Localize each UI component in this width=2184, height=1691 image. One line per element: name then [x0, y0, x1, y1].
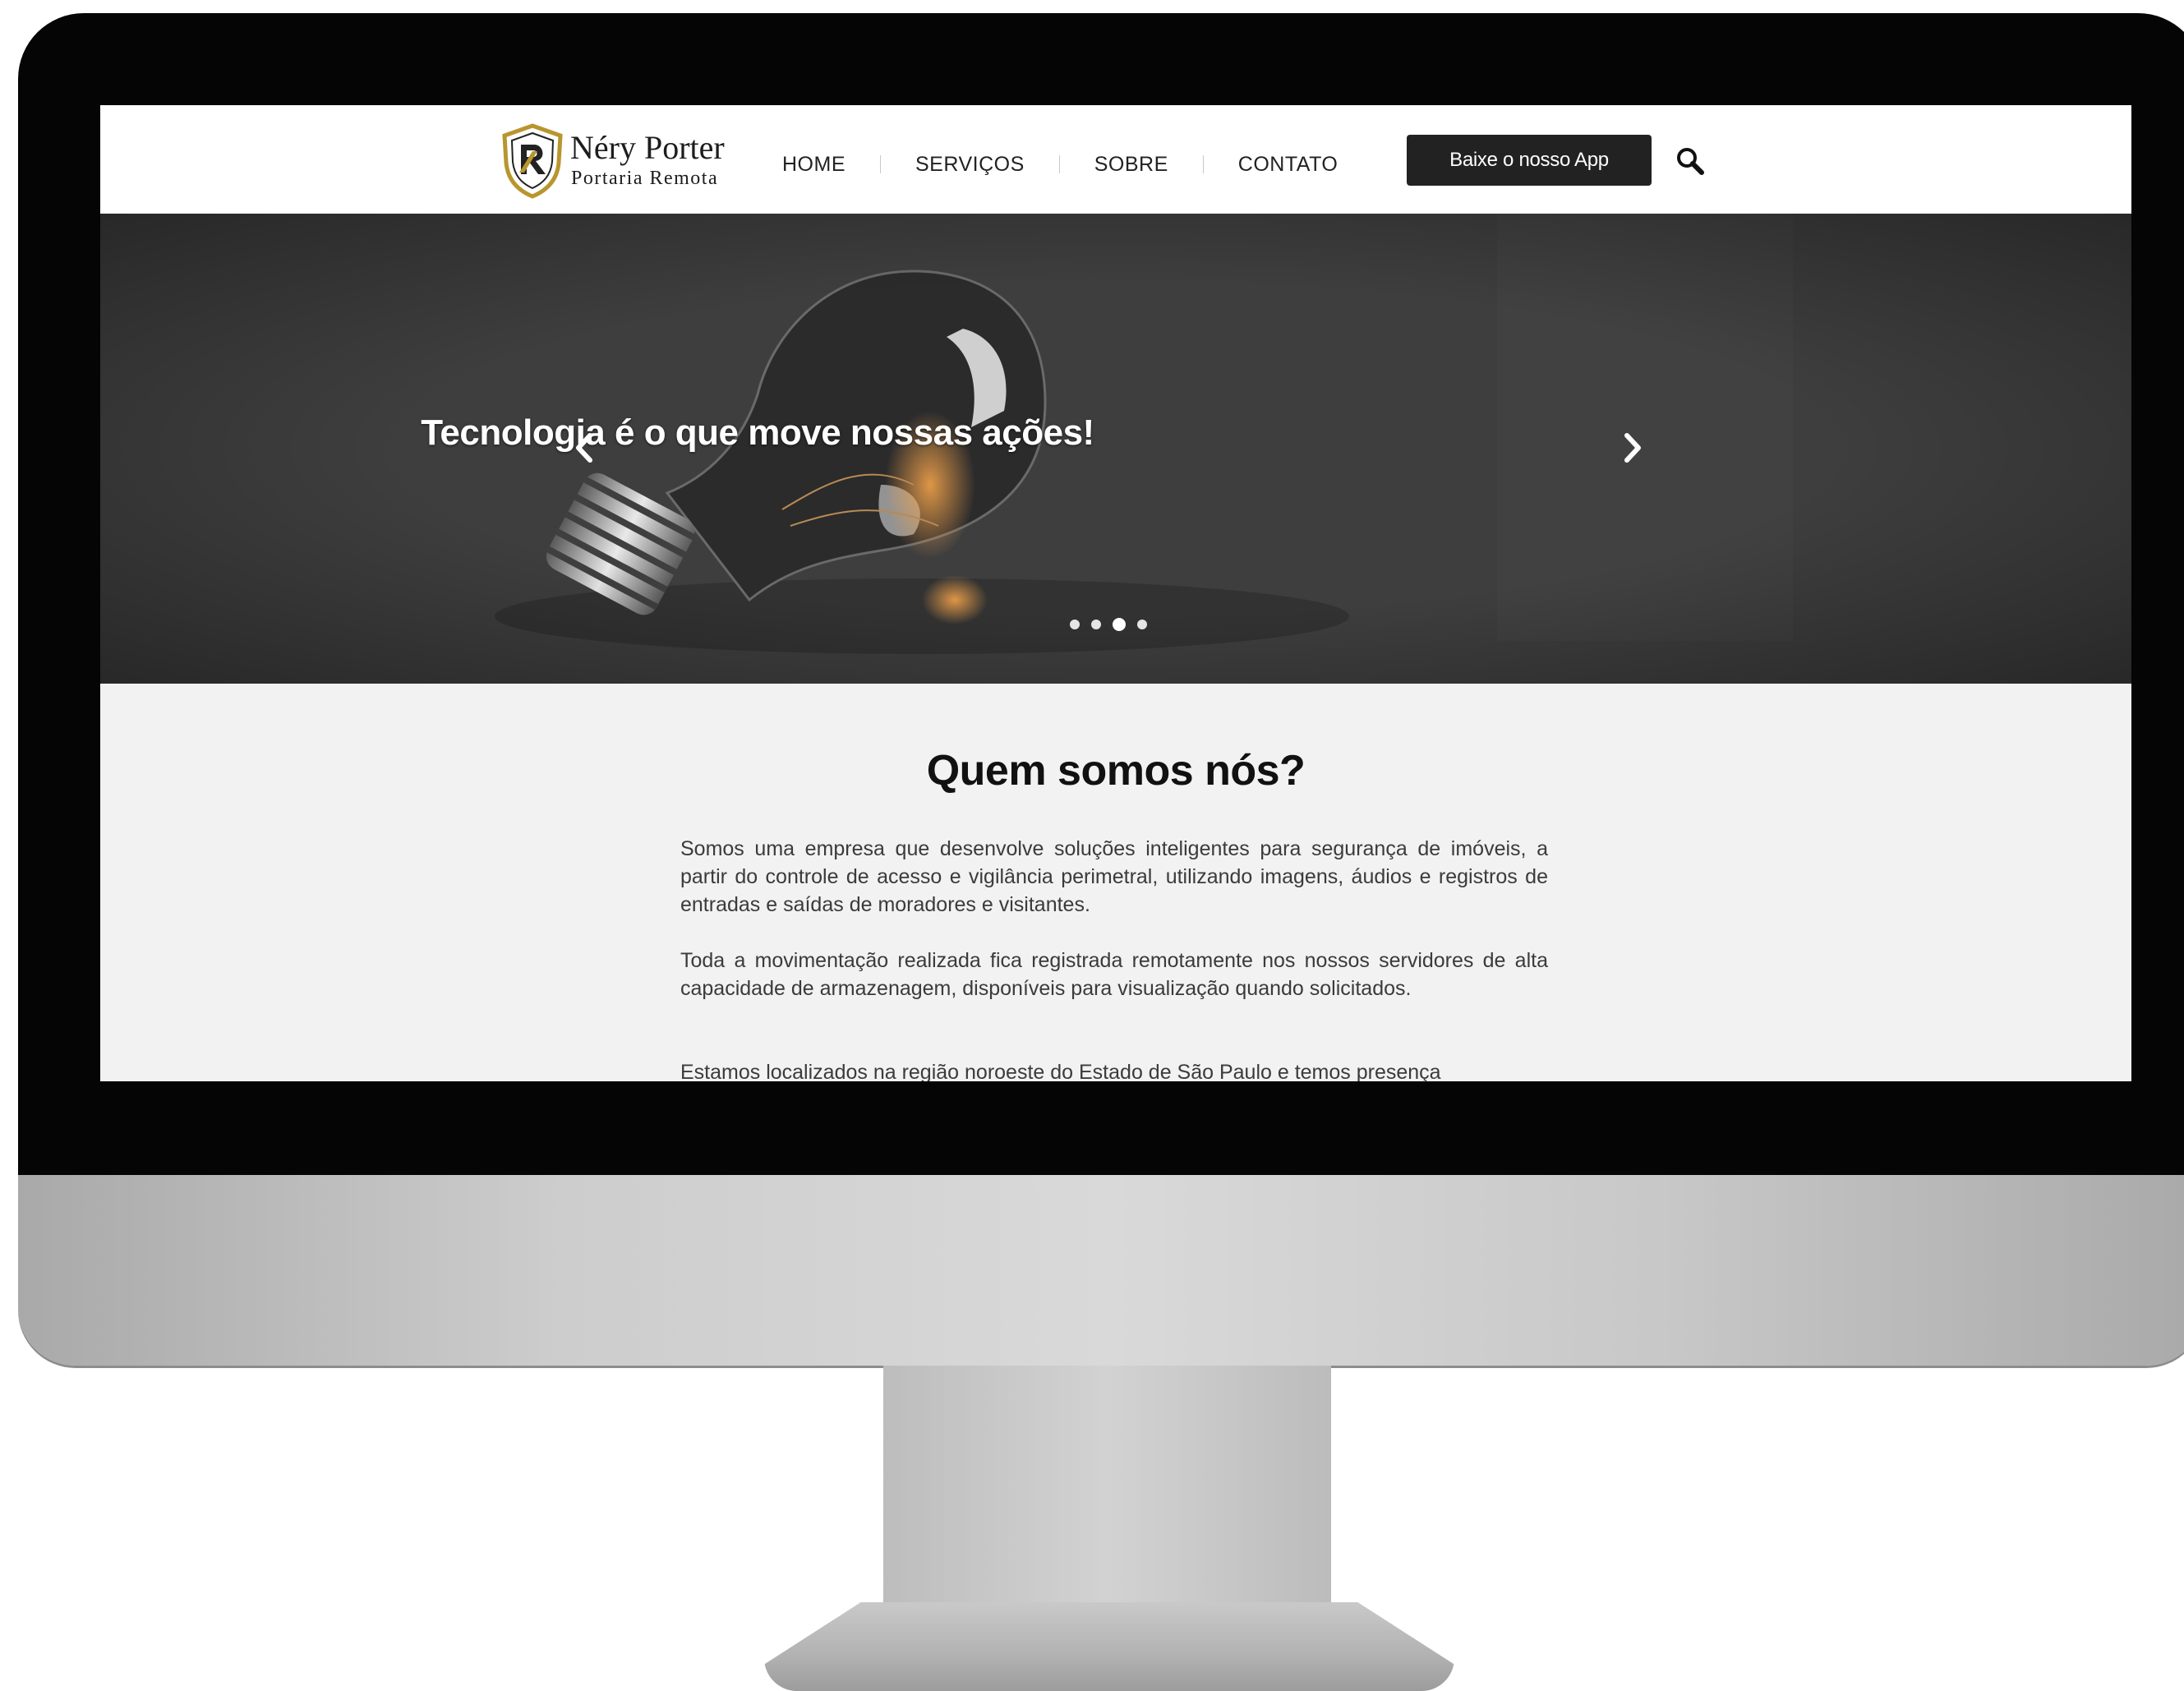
slider-dot-3[interactable]	[1113, 618, 1126, 631]
menu-divider	[1058, 155, 1060, 173]
download-app-button[interactable]: Baixe o nosso App	[1407, 135, 1652, 186]
nav-item-sobre[interactable]: SOBRE	[1094, 153, 1168, 177]
monitor-screen: Néry Porter Portaria Remota HOME SERVIÇO…	[100, 105, 2131, 1081]
about-paragraph-1: Somos uma empresa que desenvolve soluçõe…	[680, 837, 1548, 916]
chevron-right-icon[interactable]	[1619, 429, 1647, 467]
monitor-stand-neck	[883, 1366, 1331, 1612]
chevron-left-icon[interactable]	[570, 429, 598, 467]
slider-dot-1[interactable]	[1070, 620, 1080, 629]
about-heading: Quem somos nós?	[926, 747, 1306, 795]
hero-slider: Tecnologia é o que move nossas ações!	[100, 214, 2131, 684]
nav-item-servicos[interactable]: SERVIÇOS	[915, 153, 1025, 177]
main-menu: HOME SERVIÇOS SOBRE CONTATO	[782, 148, 1338, 181]
slider-dot-4[interactable]	[1137, 620, 1147, 629]
nav-item-home[interactable]: HOME	[782, 153, 845, 177]
menu-divider	[1202, 155, 1204, 173]
hero-headline: Tecnologia é o que move nossas ações!	[421, 412, 1094, 453]
nav-item-contato[interactable]: CONTATO	[1238, 153, 1339, 177]
monitor-stand-base	[764, 1602, 1454, 1691]
monitor-chin	[18, 1175, 2184, 1366]
menu-divider	[880, 155, 881, 173]
about-paragraph-2: Toda a movimentação realizada fica regis…	[680, 949, 1548, 1000]
slider-dot-2[interactable]	[1091, 620, 1101, 629]
slider-pagination	[1070, 618, 1147, 631]
shield-logo-icon	[502, 123, 563, 199]
site-header: Néry Porter Portaria Remota HOME SERVIÇO…	[100, 105, 2131, 214]
brand-name[interactable]: Néry Porter	[570, 128, 725, 167]
brand-tagline: Portaria Remota	[571, 168, 719, 189]
search-icon[interactable]	[1674, 145, 1707, 177]
about-paragraph-3: Estamos localizados na região noroeste d…	[680, 1061, 1441, 1081]
